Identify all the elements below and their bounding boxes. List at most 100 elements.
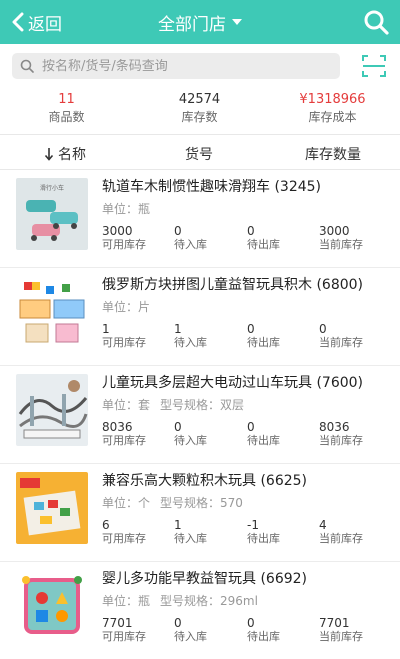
top-bar: 返回 全部门店	[0, 0, 400, 44]
product-name: 婴儿多功能早教益智玩具 (6692)	[102, 571, 308, 587]
outgoing-stock: 0 待出库	[247, 616, 320, 644]
stat-product-count: 11 商品数	[0, 91, 133, 125]
current-stock: 0 当前库存	[319, 322, 392, 350]
incoming-value: 0	[174, 420, 182, 434]
arrow-down-icon	[44, 148, 54, 161]
search-row	[0, 44, 400, 88]
available-value: 1	[102, 322, 110, 336]
product-unit: 单位：瓶	[102, 594, 151, 608]
search-icon[interactable]	[362, 8, 390, 36]
outgoing-label: 待出库	[247, 238, 280, 251]
product-unit: 单位：瓶	[102, 202, 151, 216]
incoming-label: 待入库	[174, 238, 207, 251]
incoming-value: 1	[174, 518, 182, 532]
product-name: 轨道车木制惯性趣味滑翔车 (3245)	[102, 179, 322, 195]
current-label: 当前库存	[319, 336, 363, 349]
product-name: 俄罗斯方块拼图儿童益智玩具积木 (6800)	[102, 277, 364, 293]
product-thumbnail	[16, 374, 88, 446]
list-item[interactable]: 兼容乐高大颗粒积木玩具 (6625) 单位：个 型号规格：570 6 可用库存 1待…	[0, 464, 400, 562]
list-item[interactable]: 滑行小车 轨道车木制惯性趣味滑翔车 (3245) 单位：瓶 3000 可用库存 0…	[0, 170, 400, 268]
product-meta: 单位：片	[102, 298, 160, 315]
available-label: 可用库存	[102, 336, 146, 349]
product-unit: 单位：套	[102, 398, 151, 412]
outgoing-stock: 0 待出库	[247, 224, 320, 252]
list-item[interactable]: 儿童玩具多层超大电动过山车玩具 (7600) 单位：套 型号规格：双层 8036 可…	[0, 366, 400, 464]
product-unit: 单位：片	[102, 300, 151, 314]
scan-icon[interactable]	[362, 54, 386, 78]
available-stock: 8036 可用库存	[102, 420, 175, 448]
incoming-value: 0	[174, 224, 182, 238]
available-stock: 6 可用库存	[102, 518, 175, 546]
search-box[interactable]	[12, 53, 340, 79]
available-label: 可用库存	[102, 532, 146, 545]
available-value: 3000	[102, 224, 133, 238]
thumb-caption: 滑行小车	[40, 184, 64, 192]
outgoing-value: 0	[247, 322, 255, 336]
stock-cost-value: ¥1318966	[299, 92, 366, 107]
stats-summary: 11 商品数 42574 库存数 ¥1318966 库存成本	[0, 88, 400, 134]
current-value: 8036	[319, 420, 350, 434]
stat-stock-count: 42574 库存数	[133, 91, 266, 125]
product-meta: 单位：个 型号规格：570	[102, 494, 243, 511]
outgoing-stock: 0 待出库	[247, 420, 320, 448]
available-stock: 3000 可用库存	[102, 224, 175, 252]
product-spec: 型号规格：双层	[160, 398, 245, 412]
caret-down-icon	[232, 19, 242, 25]
incoming-label: 待入库	[174, 434, 207, 447]
product-meta: 单位：套 型号规格：双层	[102, 396, 244, 413]
outgoing-stock: 0 待出库	[247, 322, 320, 350]
product-name: 儿童玩具多层超大电动过山车玩具 (7600)	[102, 375, 364, 391]
current-label: 当前库存	[319, 434, 363, 447]
product-unit: 单位：个	[102, 496, 151, 510]
incoming-stock: 0 待入库	[174, 224, 247, 252]
page-title: 全部门店	[158, 14, 226, 35]
incoming-stock: 0 待入库	[174, 616, 247, 644]
available-value: 7701	[102, 616, 133, 630]
incoming-stock: 1 待入库	[174, 322, 247, 350]
product-meta: 单位：瓶	[102, 200, 160, 217]
stock-count-label: 库存数	[181, 110, 218, 124]
current-value: 0	[319, 322, 327, 336]
outgoing-label: 待出库	[247, 434, 280, 447]
search-input[interactable]	[42, 58, 322, 74]
incoming-stock: 1 待入库	[174, 518, 247, 546]
column-header: 名称 货号 库存数量	[0, 134, 400, 170]
product-spec: 型号规格：570	[160, 496, 243, 510]
sort-by-sku[interactable]: 货号	[185, 144, 213, 164]
list-item[interactable]: 婴儿多功能早教益智玩具 (6692) 单位：瓶 型号规格：296ml 7701 可用…	[0, 562, 400, 659]
current-value: 4	[319, 518, 327, 532]
available-label: 可用库存	[102, 630, 146, 643]
current-label: 当前库存	[319, 532, 363, 545]
current-stock: 8036 当前库存	[319, 420, 392, 448]
current-label: 当前库存	[319, 238, 363, 251]
incoming-label: 待入库	[174, 532, 207, 545]
current-label: 当前库存	[319, 630, 363, 643]
magnifier-icon	[20, 59, 34, 73]
outgoing-label: 待出库	[247, 336, 280, 349]
current-value: 3000	[319, 224, 350, 238]
incoming-value: 1	[174, 322, 182, 336]
stat-stock-cost: ¥1318966 库存成本	[266, 91, 399, 125]
current-stock: 4 当前库存	[319, 518, 392, 546]
product-list: 滑行小车 轨道车木制惯性趣味滑翔车 (3245) 单位：瓶 3000 可用库存 0…	[0, 170, 400, 659]
outgoing-value: -1	[247, 518, 259, 532]
stock-count-value: 42574	[178, 92, 221, 107]
product-count-label: 商品数	[48, 110, 85, 124]
outgoing-label: 待出库	[247, 630, 280, 643]
outgoing-value: 0	[247, 224, 255, 238]
available-value: 8036	[102, 420, 133, 434]
available-stock: 1 可用库存	[102, 322, 175, 350]
store-selector[interactable]: 全部门店	[0, 9, 400, 35]
product-spec: 型号规格：296ml	[160, 594, 258, 608]
product-thumbnail	[16, 472, 88, 544]
available-label: 可用库存	[102, 434, 146, 447]
sort-by-name[interactable]: 名称	[44, 144, 86, 164]
product-meta: 单位：瓶 型号规格：296ml	[102, 592, 258, 609]
outgoing-value: 0	[247, 616, 255, 630]
sort-by-qty[interactable]: 库存数量	[305, 144, 361, 164]
available-value: 6	[102, 518, 110, 532]
incoming-value: 0	[174, 616, 182, 630]
product-thumbnail	[16, 570, 88, 642]
list-item[interactable]: 俄罗斯方块拼图儿童益智玩具积木 (6800) 单位：片 1 可用库存 1 待入库 0…	[0, 268, 400, 366]
product-thumbnail	[16, 276, 88, 348]
